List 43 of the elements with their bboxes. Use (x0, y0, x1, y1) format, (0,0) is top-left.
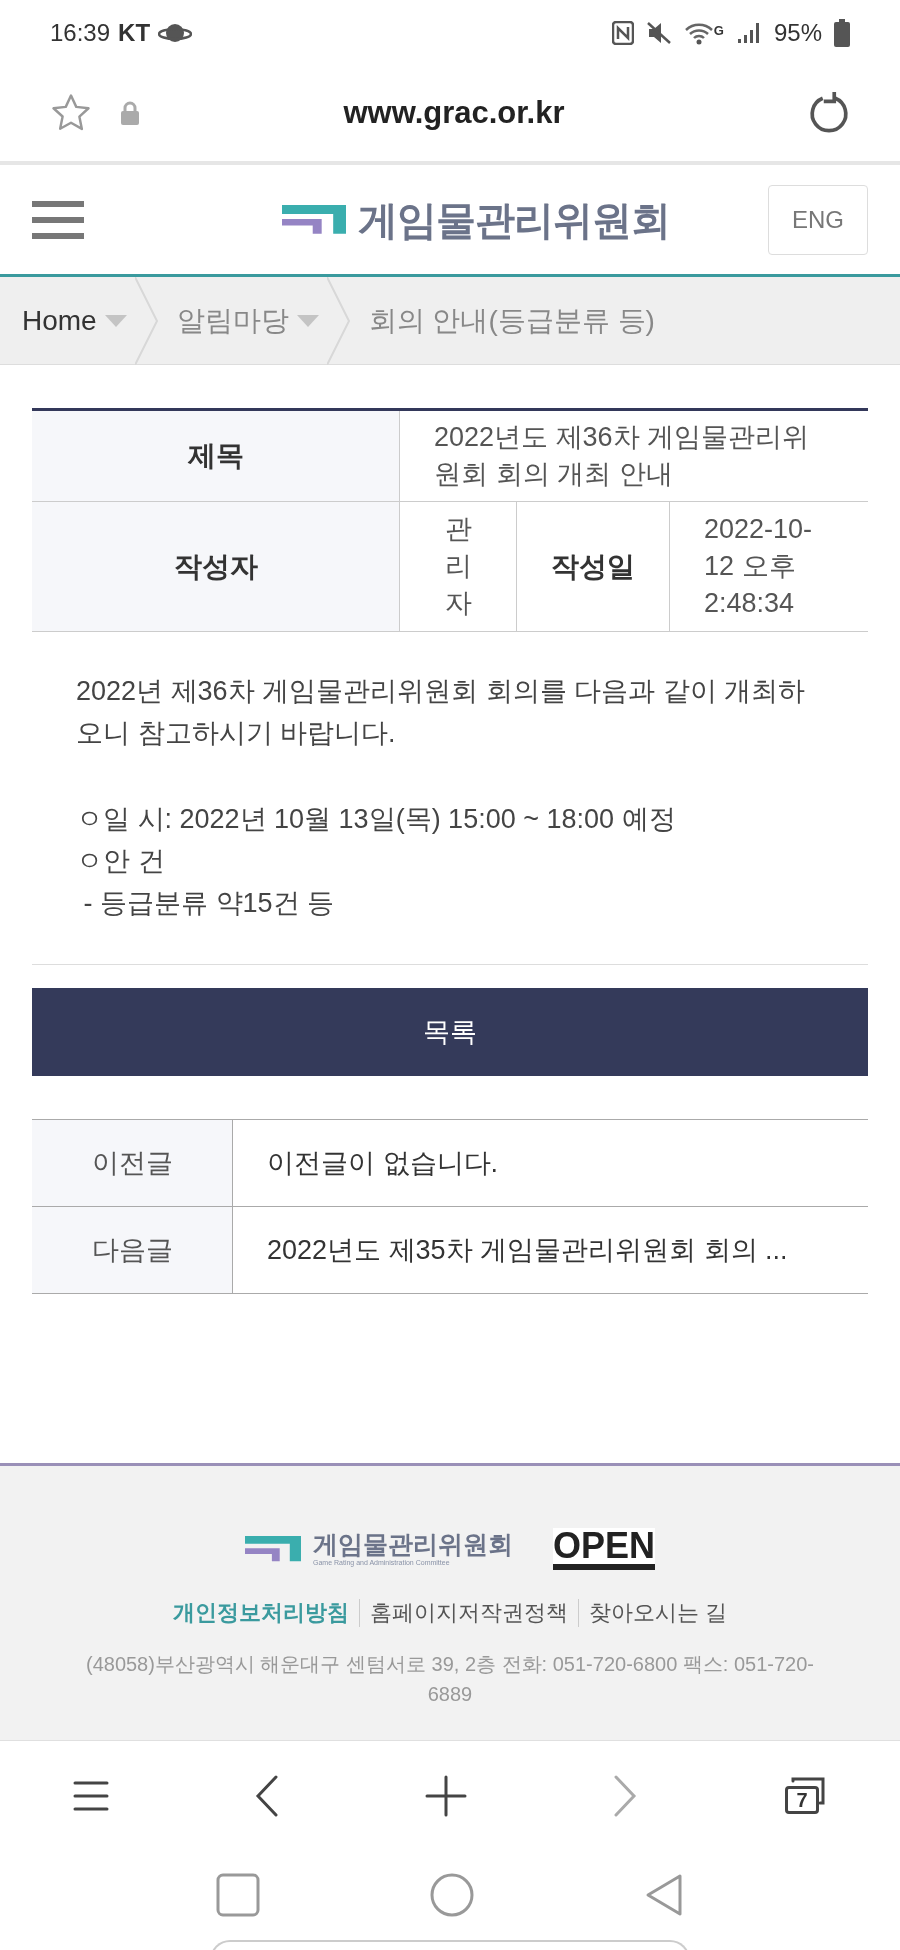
logo-mark-icon (282, 205, 346, 234)
recent-apps-icon[interactable] (216, 1873, 260, 1917)
table-header-cell: 작성자 (32, 502, 400, 631)
reload-icon[interactable] (808, 92, 850, 134)
body-text: - 등급분류 약15건 등 (82, 887, 336, 920)
footer-logo-text: 게임물관리위원회 (313, 1530, 513, 1558)
url-text[interactable]: www.grac.or.kr (140, 89, 768, 137)
forward-icon[interactable] (613, 1774, 637, 1817)
battery-percent: 95% (773, 17, 822, 48)
body-text: ㅇ안 건 (76, 845, 166, 878)
body-text: 2022년 제36차 게임물관리위원회 회의를 다음과 같이 개최하오니 참고하시기 바랍니다. (76, 675, 807, 750)
dropdown-caret-icon (104, 314, 127, 327)
list-button[interactable]: 목록 (32, 988, 868, 1076)
battery-icon (834, 18, 850, 47)
network-type: G (713, 21, 724, 40)
table-header-cell: 제목 (32, 411, 400, 501)
logo-mark-icon (245, 1536, 301, 1562)
language-button[interactable]: ENG (768, 184, 868, 255)
nfc-icon (611, 20, 634, 45)
lock-icon (120, 101, 140, 125)
open-badge: OPEN (553, 1528, 655, 1570)
table-header-cell: 이전글 (32, 1120, 233, 1206)
post-title: 2022년도 제36차 게임물관리위원회 회의 개최 안내 (433, 421, 811, 491)
breadcrumb-item[interactable]: Home (0, 299, 97, 342)
adjacent-post-link[interactable]: 2022년도 제35차 게임물관리위원회 회의 ... (267, 1229, 788, 1271)
back-icon[interactable] (255, 1774, 279, 1817)
adjacent-post-link[interactable]: 이전글이 없습니다. (267, 1142, 498, 1184)
site-logo-text[interactable]: 게임물관리위원회 (358, 189, 670, 250)
mute-icon (645, 20, 672, 45)
menu-icon[interactable] (32, 199, 84, 240)
footer-link[interactable]: 홈페이지저작권정책 (369, 1596, 568, 1629)
body-text: ㅇ일 시: 2022년 10월 13일(목) 15:00 ~ 18:00 예정 (76, 803, 677, 836)
footer-link[interactable]: 찾아오시는 길 (588, 1596, 728, 1629)
carrier-label: KT (118, 17, 151, 48)
post-date: 2022-10-12 오후 2:48:34 (703, 513, 814, 620)
post-author: 관리자 (444, 513, 472, 620)
add-tab-icon[interactable] (425, 1774, 467, 1817)
status-time: 16:39 (50, 17, 111, 48)
signal-icon (735, 20, 762, 45)
footer-address: (48058)부산광역시 해운대구 센텀서로 39, 2층 전화: 051-720-6800 팩스: 051-720-6889 (84, 1652, 815, 1707)
dropdown-caret-icon (296, 314, 319, 327)
home-icon[interactable] (430, 1873, 474, 1917)
table-header-cell: 다음글 (32, 1207, 233, 1293)
